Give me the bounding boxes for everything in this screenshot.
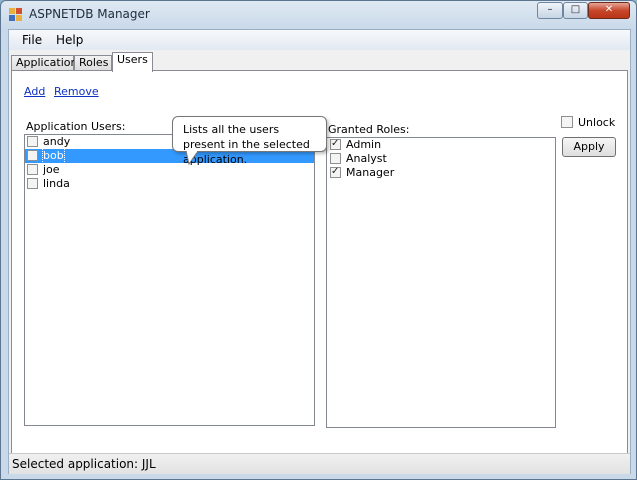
user-checkbox-joe[interactable] [27, 164, 38, 175]
role-checkbox-admin[interactable]: ✓ [330, 138, 341, 150]
minimize-button[interactable]: – [537, 2, 563, 19]
tooltip-pointer [186, 151, 199, 165]
role-name: Analyst [346, 152, 387, 165]
users-tab-page: Add Remove Application Users: andy bob j… [11, 70, 628, 454]
tab-applications[interactable]: Applications [11, 55, 83, 71]
title-bar[interactable]: ASPNETDB Manager – □ ✕ [1, 1, 636, 29]
window-title: ASPNETDB Manager [29, 7, 150, 21]
app-window: ASPNETDB Manager – □ ✕ File Help Applica… [0, 0, 637, 480]
maximize-button[interactable]: □ [563, 2, 588, 19]
unlock-check-box[interactable] [561, 116, 573, 128]
user-name: bob [42, 148, 65, 164]
remove-link[interactable]: Remove [54, 85, 99, 98]
users-list-tooltip: Lists all the users present in the selec… [172, 116, 327, 166]
client-area: File Help Applications Roles Users Add R… [8, 29, 631, 474]
user-name: joe [43, 163, 60, 176]
roles-list[interactable]: ✓ Admin Analyst ✓ Manager [326, 137, 556, 428]
minimize-icon: – [547, 4, 553, 15]
user-row-linda[interactable]: linda [25, 177, 314, 191]
unlock-checkbox[interactable]: Unlock [561, 116, 615, 129]
status-text: Selected application: JJL [12, 457, 156, 471]
user-name: linda [43, 177, 70, 190]
close-button[interactable]: ✕ [588, 2, 630, 19]
user-name: andy [43, 135, 71, 148]
role-checkbox-analyst[interactable] [330, 153, 341, 164]
users-list[interactable]: andy bob joe linda [24, 134, 315, 426]
apply-button[interactable]: Apply [562, 137, 616, 157]
user-checkbox-linda[interactable] [27, 178, 38, 189]
close-icon: ✕ [604, 4, 614, 15]
maximize-icon: □ [570, 4, 581, 15]
add-link[interactable]: Add [24, 85, 45, 98]
role-row-manager[interactable]: ✓ Manager [327, 166, 555, 180]
user-row-joe[interactable]: joe [25, 163, 314, 177]
menu-bar: File Help [9, 30, 630, 50]
role-name: Manager [346, 166, 395, 179]
tab-strip: Applications Roles Users [9, 51, 630, 72]
user-checkbox-bob[interactable] [27, 150, 38, 161]
status-bar: Selected application: JJL [9, 453, 630, 474]
unlock-label: Unlock [578, 116, 616, 129]
role-row-analyst[interactable]: Analyst [327, 152, 555, 166]
tab-users[interactable]: Users [112, 52, 153, 72]
checkmark-icon: ✓ [331, 166, 340, 177]
role-name: Admin [346, 138, 382, 151]
user-checkbox-andy[interactable] [27, 136, 38, 147]
application-users-label: Application Users: [26, 120, 126, 133]
app-icon [9, 8, 23, 22]
checkmark-icon: ✓ [331, 138, 340, 149]
tab-roles[interactable]: Roles [74, 55, 112, 71]
menu-file[interactable]: File [22, 33, 42, 47]
role-row-admin[interactable]: ✓ Admin [327, 138, 555, 152]
menu-help[interactable]: Help [56, 33, 83, 47]
role-checkbox-manager[interactable]: ✓ [330, 166, 341, 178]
granted-roles-label: Granted Roles: [328, 123, 410, 136]
